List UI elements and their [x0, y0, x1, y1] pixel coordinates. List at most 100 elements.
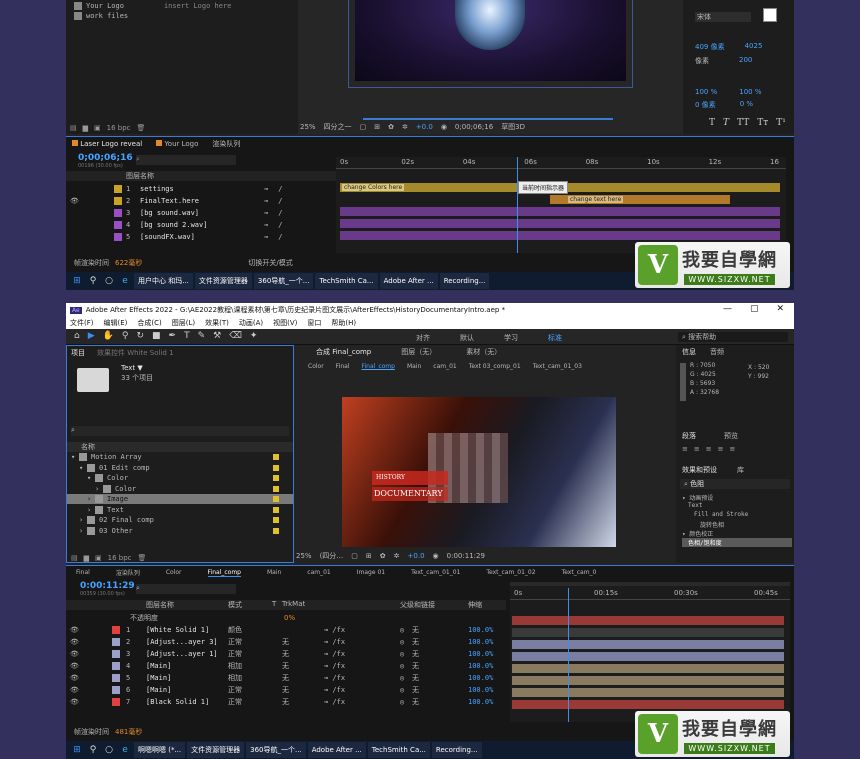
layer-label-color[interactable]	[114, 221, 122, 229]
viewer-time[interactable]: 0;00;06;16	[455, 123, 493, 131]
home-icon[interactable]: ⌂	[74, 331, 80, 341]
close-button[interactable]: ✕	[776, 304, 784, 314]
tab-footage[interactable]: 素材（无）	[466, 347, 501, 357]
trkmat-select[interactable]: 无	[282, 649, 289, 659]
new-folder-icon[interactable]: ▆	[83, 124, 88, 132]
stretch-value[interactable]: 100.0%	[468, 662, 493, 670]
taskbar-app[interactable]: 360导航_一个...	[246, 742, 306, 758]
project-tree-item[interactable]: › 02 Final comp	[67, 515, 293, 525]
playhead[interactable]	[568, 588, 569, 722]
expand-arrow-icon[interactable]: ▾	[87, 474, 95, 482]
bpc-label[interactable]: 16 bpc	[108, 554, 132, 562]
kerning-value[interactable]: 像素	[695, 56, 709, 66]
pickwhip-icon[interactable]: ◎	[400, 674, 404, 682]
taskbar-app[interactable]: TechSmith Ca...	[315, 273, 378, 289]
shy-switch-icon[interactable]: ⊸	[264, 197, 268, 205]
audio-layer-bar[interactable]	[340, 231, 780, 240]
breadcrumb-item[interactable]: Main	[407, 363, 421, 370]
layer-row[interactable]: 5 [soundFX.wav] ⊸ /	[66, 231, 336, 243]
breadcrumb-item[interactable]: Color	[308, 363, 324, 370]
tab-your-logo[interactable]: Your Logo	[156, 140, 198, 148]
label-color-swatch[interactable]	[273, 464, 279, 471]
eye-icon[interactable]: 👁	[70, 650, 79, 658]
layer-row[interactable]: 👁 6 [Main] 正常 无 ⊸ /fx ◎ 无 100.0%	[66, 684, 506, 696]
eye-icon[interactable]: 👁	[70, 698, 79, 706]
layer-name[interactable]: [White Solid 1]	[146, 626, 209, 634]
tab-effect-controls[interactable]: 效果控件 White Solid 1	[97, 348, 174, 358]
layer-label-color[interactable]	[114, 197, 122, 205]
timeline-tab[interactable]: Main	[267, 569, 281, 576]
layer-row[interactable]: 👁 1 [White Solid 1] 颜色 ⊸ /fx ◎ 无 100.0%	[66, 624, 506, 636]
layer-bar[interactable]	[512, 688, 784, 697]
windows-start-icon[interactable]: ⊞	[70, 743, 84, 757]
tracking-value[interactable]: 200	[739, 56, 752, 66]
blend-mode-select[interactable]: 正常	[228, 697, 242, 707]
layer-bar[interactable]	[512, 616, 784, 625]
rotate-tool-icon[interactable]: ↻	[136, 331, 144, 341]
stretch-value[interactable]: 100.0%	[468, 686, 493, 694]
tab-library[interactable]: 库	[737, 465, 744, 475]
layer-row[interactable]: 👁 3 [Adjust...ayer 1] 正常 无 ⊸ /fx ◎ 无 100.0%	[66, 648, 506, 660]
task-view-icon[interactable]: ○	[102, 743, 116, 757]
blend-mode-select[interactable]: 正常	[228, 637, 242, 647]
project-tree-item[interactable]: › 03 Other	[67, 526, 293, 536]
layer-row[interactable]: 👁 7 [Black Solid 1] 正常 无 ⊸ /fx ◎ 无 100.0%	[66, 696, 506, 708]
breadcrumb-item[interactable]: cam_01	[433, 363, 456, 370]
layer-label-color[interactable]	[114, 185, 122, 193]
parent-select[interactable]: 无	[412, 697, 419, 707]
align-left-icon[interactable]: ≡	[682, 445, 688, 453]
expand-arrow-icon[interactable]: ›	[95, 485, 103, 493]
parent-select[interactable]: 无	[412, 685, 419, 695]
workspace-standard[interactable]: 标准	[548, 333, 562, 343]
project-tree-item[interactable]: › Color	[67, 484, 293, 494]
timeline-tab[interactable]: Image 01	[357, 569, 385, 576]
tsume-value[interactable]: 0 %	[740, 100, 753, 110]
grid-icon[interactable]: ⊞	[374, 123, 380, 131]
fx-switch-icon[interactable]: /	[278, 221, 282, 229]
shy-switch-icon[interactable]: ⊸	[264, 221, 268, 229]
switches[interactable]: ⊸ /fx	[324, 698, 345, 706]
expand-arrow-icon[interactable]: ›	[87, 495, 95, 503]
stretch-header[interactable]: 伸缩	[468, 600, 482, 610]
camera-icon[interactable]: ◉	[441, 123, 447, 131]
layer-row[interactable]: 4 [bg sound 2.wav] ⊸ /	[66, 219, 336, 231]
toggle-switches-modes[interactable]: 切换开关/模式	[248, 258, 292, 268]
timeline-tab[interactable]: Text_cam_01_01	[411, 569, 460, 576]
layer-bar[interactable]	[512, 676, 784, 685]
leading-value[interactable]: 4025	[745, 42, 763, 52]
taskbar-app[interactable]: 文件资源管理器	[194, 273, 252, 289]
blend-mode-select[interactable]: 相加	[228, 661, 242, 671]
layer-name-header[interactable]: 图层名称	[146, 600, 174, 610]
menu-item[interactable]: 效果(T)	[205, 318, 229, 328]
vscale-value[interactable]: 100 %	[695, 88, 717, 96]
breadcrumb-item[interactable]: Text_cam_01_03	[533, 363, 582, 370]
layer-name[interactable]: [Main]	[146, 662, 171, 670]
menu-item[interactable]: 动画(A)	[239, 318, 263, 328]
tab-info[interactable]: 信息	[682, 347, 696, 357]
layer-name[interactable]: [Main]	[146, 686, 171, 694]
parent-select[interactable]: 无	[412, 649, 419, 659]
layer-row[interactable]: 👁 5 [Main] 相加 无 ⊸ /fx ◎ 无 100.0%	[66, 672, 506, 684]
shy-switch-icon[interactable]: ⊸	[264, 209, 268, 217]
tab-paragraph[interactable]: 段落	[682, 431, 696, 441]
pickwhip-icon[interactable]: ◎	[400, 626, 404, 634]
eye-icon[interactable]: 👁	[70, 686, 79, 694]
windows-start-icon[interactable]: ⊞	[70, 274, 84, 288]
layer-name[interactable]: settings	[140, 185, 260, 193]
camera-icon[interactable]: ◉	[433, 552, 439, 560]
layer-row[interactable]: 3 [bg sound.wav] ⊸ /	[66, 207, 336, 219]
timeline-tab[interactable]: Color	[166, 569, 182, 576]
edge-icon[interactable]: e	[118, 743, 132, 757]
project-tree-item[interactable]: ▾ Color	[67, 473, 293, 483]
justify-all-icon[interactable]: ≡	[730, 445, 736, 453]
layer-label-color[interactable]	[112, 674, 120, 682]
tab-comp-final[interactable]: 合成 Final_comp	[316, 347, 371, 357]
effects-tree-item[interactable]: Fill and Stroke	[682, 511, 792, 520]
t-header[interactable]: T	[272, 600, 276, 608]
grid-icon[interactable]: ⊞	[366, 552, 372, 560]
align-toggle[interactable]: 对齐	[416, 333, 430, 343]
shy-switch-icon[interactable]: ⊸	[264, 185, 268, 193]
draft3d-toggle[interactable]: 草图3D	[501, 122, 525, 132]
fx-switch-icon[interactable]: /	[278, 185, 282, 193]
trash-icon[interactable]: 🗑	[138, 554, 147, 562]
